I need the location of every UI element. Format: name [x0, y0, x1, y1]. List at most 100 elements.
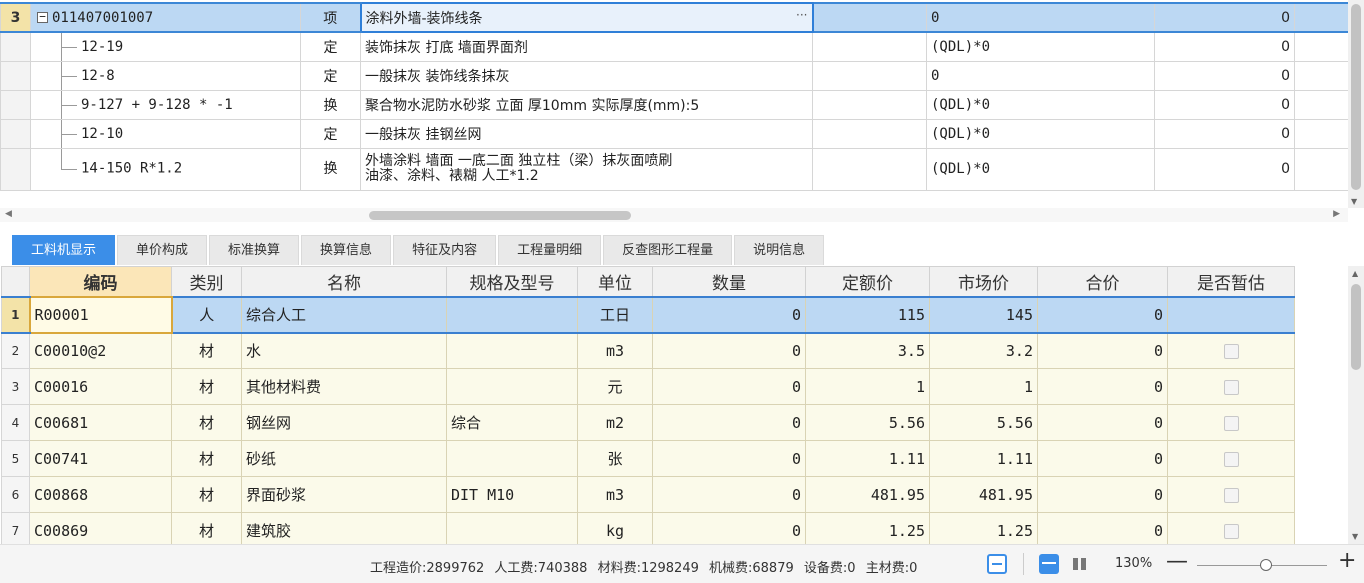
resource-unit[interactable]: m3	[577, 332, 653, 369]
tab-labor-material-machine[interactable]: 工料机显示	[12, 235, 116, 265]
col-header-market-price[interactable]: 市场价	[929, 266, 1038, 297]
resource-name[interactable]: 砂纸	[241, 440, 447, 477]
resource-market-price[interactable]: 1.11	[929, 440, 1038, 477]
resource-spec[interactable]	[446, 512, 578, 544]
scrollbar-thumb[interactable]	[1351, 4, 1361, 190]
resource-market-price[interactable]: 481.95	[929, 476, 1038, 513]
resource-name[interactable]: 水	[241, 332, 447, 369]
resource-code[interactable]: R00001	[28, 295, 173, 334]
sub-item-name[interactable]: 外墙涂料 墙面 一底二面 独立柱（梁）抹灰面喷刷 油漆、涂料、裱糊 人工*1.2	[360, 147, 813, 191]
provisional-checkbox[interactable]	[1223, 487, 1239, 503]
resource-total[interactable]: 0	[1037, 295, 1168, 334]
scroll-right-icon[interactable]: ▶	[1333, 209, 1340, 219]
horizontal-scrollbar[interactable]: ◀ ▶	[0, 208, 1348, 222]
table-row[interactable]: 2 C00010@2 材 水 m3 0 3.5 3.2 0	[1, 332, 1295, 369]
resource-spec[interactable]	[446, 295, 578, 334]
resource-unit[interactable]: m3	[577, 476, 653, 513]
resource-total[interactable]: 0	[1037, 368, 1168, 405]
scroll-down-icon[interactable]: ▼	[1351, 197, 1357, 206]
sub-item-name[interactable]: 装饰抹灰 打底 墙面界面剂	[360, 31, 813, 62]
tab-standard-conversion[interactable]: 标准换算	[209, 235, 300, 265]
sub-item-row[interactable]: 9-127 + 9-128 * -1 换 聚合物水泥防水砂浆 立面 厚10mm …	[0, 89, 1349, 120]
item-name-cell[interactable]: 涂料外墙-装饰线条 ···	[359, 2, 814, 33]
resource-spec[interactable]	[446, 332, 578, 369]
resource-quantity[interactable]: 0	[652, 368, 806, 405]
quantity-value[interactable]: 0	[1154, 2, 1295, 33]
resource-quantity[interactable]: 0	[652, 404, 806, 441]
resource-quantity[interactable]: 0	[652, 295, 806, 334]
resource-total[interactable]: 0	[1037, 404, 1168, 441]
quantity-value[interactable]: 0	[1154, 118, 1295, 149]
resource-category[interactable]: 人	[171, 295, 242, 334]
scrollbar-thumb[interactable]	[1351, 284, 1361, 370]
resource-quota-price[interactable]: 115	[805, 295, 930, 334]
resource-code[interactable]: C00741	[29, 440, 172, 477]
resource-unit[interactable]: 元	[577, 368, 653, 405]
resource-code[interactable]: C00016	[29, 368, 172, 405]
resource-category[interactable]: 材	[171, 440, 242, 477]
scroll-left-icon[interactable]: ◀	[5, 209, 12, 219]
col-header-spec[interactable]: 规格及型号	[446, 266, 578, 297]
sub-item-name[interactable]: 聚合物水泥防水砂浆 立面 厚10mm 实际厚度(mm):5	[360, 89, 813, 120]
provisional-checkbox[interactable]	[1223, 415, 1239, 431]
quantity-expression[interactable]: (QDL)*0	[926, 118, 1155, 149]
resource-category[interactable]: 材	[171, 512, 242, 544]
table-row[interactable]: 3 C00016 材 其他材料费 元 0 1 1 0	[1, 368, 1295, 405]
layout-single-icon[interactable]	[987, 554, 1007, 574]
resource-quota-price[interactable]: 1	[805, 368, 930, 405]
col-header-quantity[interactable]: 数量	[652, 266, 806, 297]
resource-category[interactable]: 材	[171, 404, 242, 441]
scroll-up-icon[interactable]: ▲	[1352, 269, 1358, 278]
quantity-value[interactable]: 0	[1154, 31, 1295, 62]
sub-item-code-cell[interactable]: 12-8	[30, 60, 301, 91]
resource-spec[interactable]: DIT M10	[446, 476, 578, 513]
sub-item-name[interactable]: 一般抹灰 挂钢丝网	[360, 118, 813, 149]
quantity-expression[interactable]: (QDL)*0	[926, 31, 1155, 62]
resource-code[interactable]: C00010@2	[29, 332, 172, 369]
col-header-total[interactable]: 合价	[1037, 266, 1168, 297]
resource-quantity[interactable]: 0	[652, 440, 806, 477]
tab-conversion-info[interactable]: 换算信息	[301, 235, 392, 265]
tab-graphic-quantity-lookup[interactable]: 反查图形工程量	[603, 235, 733, 265]
quantity-value[interactable]: 0	[1154, 89, 1295, 120]
sub-item-row[interactable]: 12-19 定 装饰抹灰 打底 墙面界面剂 (QDL)*0 0	[0, 31, 1349, 62]
provisional-checkbox[interactable]	[1223, 451, 1239, 467]
table-row[interactable]: 4 C00681 材 钢丝网 综合 m2 0 5.56 5.56 0	[1, 404, 1295, 441]
col-header-category[interactable]: 类别	[171, 266, 242, 297]
resource-name[interactable]: 建筑胶	[241, 512, 447, 544]
resource-spec[interactable]	[446, 440, 578, 477]
scroll-down-icon[interactable]: ▼	[1352, 532, 1358, 541]
col-header-provisional[interactable]: 是否暂估	[1167, 266, 1295, 297]
quantity-expression[interactable]: 0	[926, 2, 1155, 33]
table-row[interactable]: 5 C00741 材 砂纸 张 0 1.11 1.11 0	[1, 440, 1295, 477]
resource-unit[interactable]: 工日	[577, 295, 653, 334]
resource-quantity[interactable]: 0	[652, 476, 806, 513]
zoom-out-button[interactable]: —	[1166, 549, 1188, 574]
resource-spec[interactable]	[446, 368, 578, 405]
scrollbar-thumb[interactable]	[369, 211, 631, 220]
resource-total[interactable]: 0	[1037, 440, 1168, 477]
layout-horizontal-split-icon[interactable]	[1039, 554, 1059, 574]
item-row-selected[interactable]: 3 −011407001007 项 涂料外墙-装饰线条 ··· 0 0	[0, 2, 1349, 33]
provisional-checkbox[interactable]	[1223, 379, 1239, 395]
top-vertical-scrollbar[interactable]: ▼	[1348, 0, 1364, 208]
sub-item-name[interactable]: 一般抹灰 装饰线条抹灰	[360, 60, 813, 91]
resource-quota-price[interactable]: 5.56	[805, 404, 930, 441]
resource-quota-price[interactable]: 1.11	[805, 440, 930, 477]
resource-quota-price[interactable]: 3.5	[805, 332, 930, 369]
resource-total[interactable]: 0	[1037, 332, 1168, 369]
tab-features-content[interactable]: 特征及内容	[393, 235, 497, 265]
sub-item-code-cell[interactable]: 12-10	[30, 118, 301, 149]
resource-market-price[interactable]: 1.25	[929, 512, 1038, 544]
resource-name[interactable]: 钢丝网	[241, 404, 447, 441]
resource-category[interactable]: 材	[171, 332, 242, 369]
layout-vertical-split-icon[interactable]	[1070, 554, 1090, 574]
sub-item-code-cell[interactable]: 9-127 + 9-128 * -1	[30, 89, 301, 120]
sub-item-code-cell[interactable]: 14-150 R*1.2	[30, 147, 301, 191]
tab-unit-price-composition[interactable]: 单价构成	[117, 235, 208, 265]
resource-category[interactable]: 材	[171, 476, 242, 513]
resource-code[interactable]: C00868	[29, 476, 172, 513]
resource-name[interactable]: 界面砂浆	[241, 476, 447, 513]
col-header-quota-price[interactable]: 定额价	[805, 266, 930, 297]
resource-spec[interactable]: 综合	[446, 404, 578, 441]
